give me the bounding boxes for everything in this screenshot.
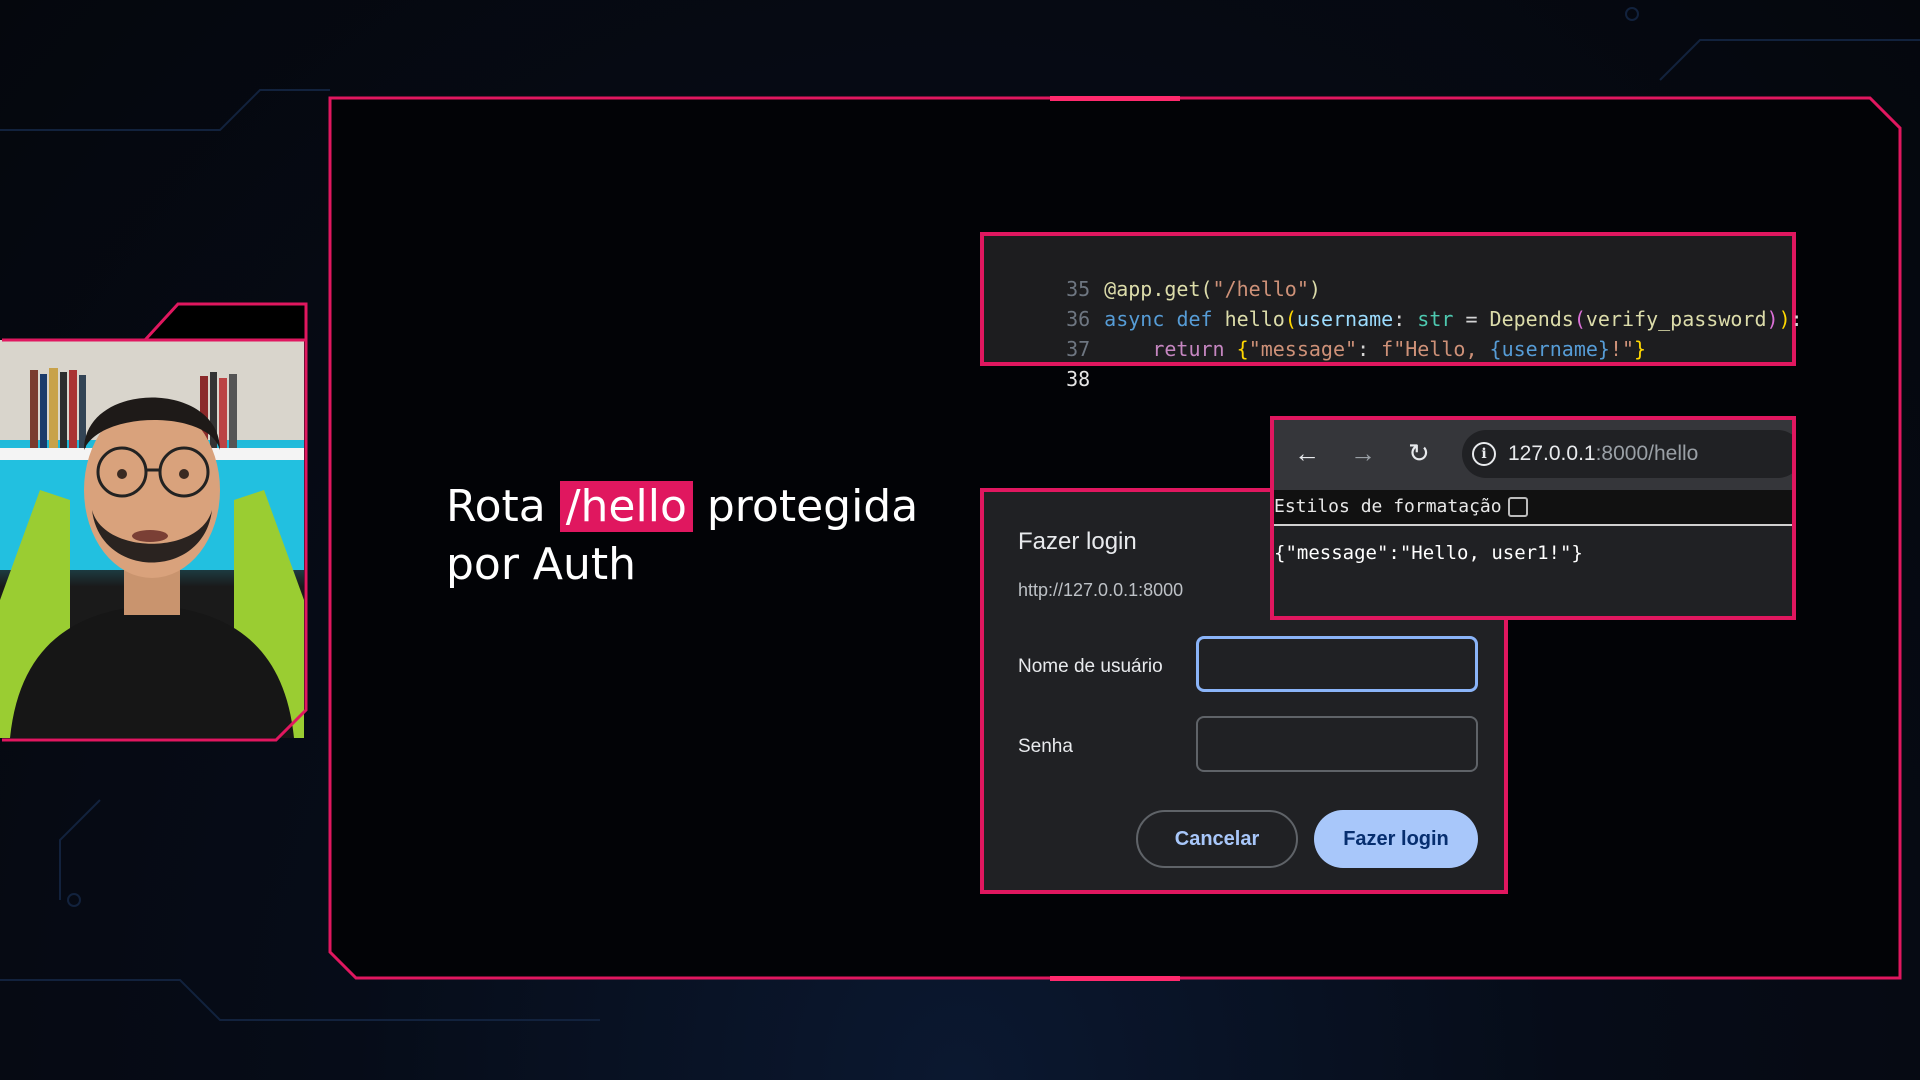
info-circle-icon[interactable]: i xyxy=(1472,442,1496,466)
address-bar[interactable]: i 127.0.0.1:8000/hello xyxy=(1462,430,1792,478)
slide-headline: Rota /hello protegida por Auth xyxy=(446,478,966,594)
code-line-37: 37 return {"message": f"Hello, {username… xyxy=(1066,337,1647,361)
browser-toolbar: ← → ↻ i 127.0.0.1:8000/hello xyxy=(1274,420,1792,490)
pretty-print-label: Estilos de formatação xyxy=(1274,496,1502,517)
headline-text-end: protegida xyxy=(692,481,919,532)
username-label: Nome de usuário xyxy=(1018,656,1163,677)
password-input[interactable] xyxy=(1196,716,1478,772)
presenter-image xyxy=(0,340,304,738)
json-response: {"message":"Hello, user1!"} xyxy=(1274,542,1583,564)
username-input[interactable] xyxy=(1196,636,1478,692)
login-origin-url: http://127.0.0.1:8000 xyxy=(1018,580,1184,600)
pretty-print-checkbox[interactable] xyxy=(1507,497,1528,517)
forward-arrow-icon[interactable]: → xyxy=(1350,438,1376,468)
login-title: Fazer login xyxy=(1018,528,1137,555)
webcam-frame-tab xyxy=(143,302,308,342)
pretty-print-bar: Estilos de formatação xyxy=(1274,490,1792,526)
code-line-36: 36 async def hello(username: str = Depend… xyxy=(1066,307,1803,331)
headline-text-start: Rota xyxy=(446,481,560,532)
code-editor-snippet: 35 @app.get("/hello") 36 async def hello(u… xyxy=(980,232,1803,391)
password-label: Senha xyxy=(1018,736,1073,757)
code-line-35: 35 @app.get("/hello") xyxy=(1066,277,1321,301)
headline-line-2: por Auth xyxy=(446,539,637,590)
browser-window: ← → ↻ i 127.0.0.1:8000/hello Estilos de … xyxy=(1270,416,1796,620)
cancel-button[interactable]: Cancelar xyxy=(1136,810,1298,868)
code-line-38: 38 xyxy=(1066,367,1091,391)
reload-icon[interactable]: ↻ xyxy=(1408,438,1430,468)
back-arrow-icon[interactable]: ← xyxy=(1294,438,1320,468)
url-path: :8000/hello xyxy=(1595,442,1699,465)
webcam-video xyxy=(0,340,304,738)
login-submit-button[interactable]: Fazer login xyxy=(1314,810,1478,868)
url-host: 127.0.0.1 xyxy=(1508,442,1596,465)
headline-highlight: /hello xyxy=(559,481,693,532)
